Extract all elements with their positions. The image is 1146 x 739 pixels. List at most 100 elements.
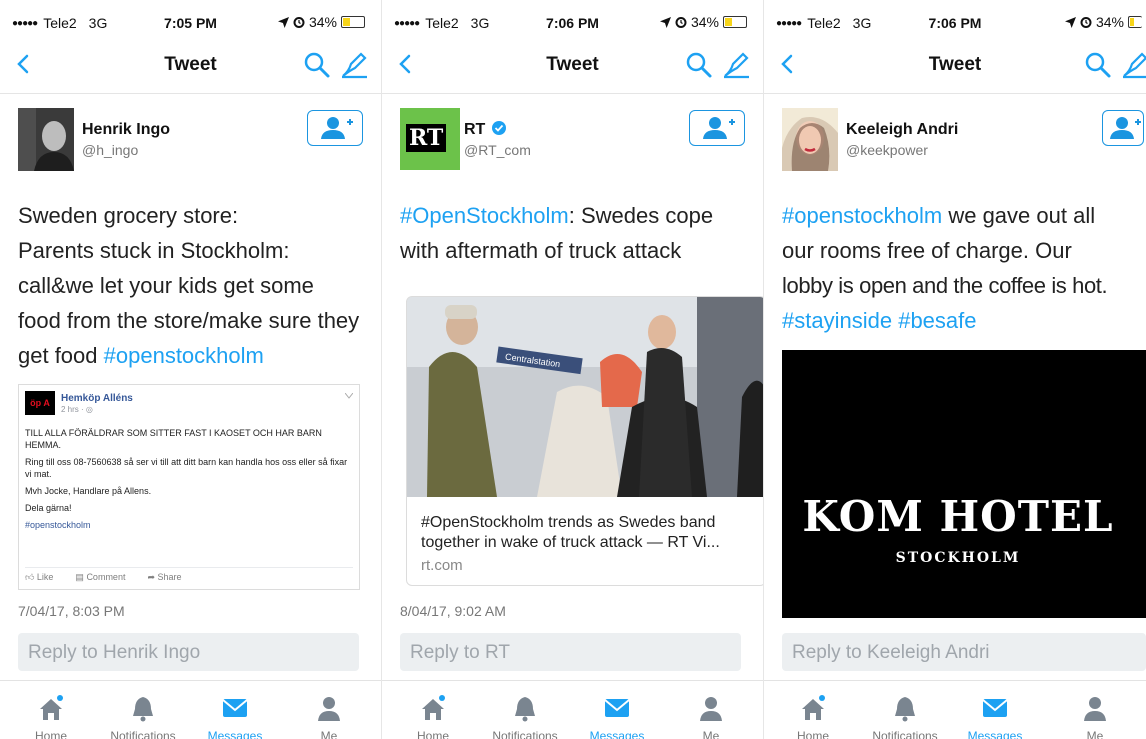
avatar[interactable]	[18, 108, 74, 171]
image-title: KOM HOTEL	[802, 492, 1114, 541]
bell-icon	[133, 697, 153, 722]
tab-messages[interactable]: Messages	[190, 693, 280, 739]
compose-icon[interactable]	[1120, 49, 1146, 79]
follow-button[interactable]	[307, 110, 363, 146]
tweet-line: call&we let your kids get some	[18, 273, 314, 298]
tweet-screen-rt: ●●●●● Tele2 3G 7:06 PM 34% Tweet RT RT @…	[382, 0, 764, 739]
status-bar: ●●●●● Tele2 3G 7:06 PM 34%	[382, 0, 763, 38]
tweet-line: #OpenStockholm: Swedes cope	[400, 198, 753, 233]
hashtag-link[interactable]: #besafe	[898, 308, 976, 333]
status-bar: ●●●●● Tele2 3G 7:05 PM 34%	[0, 0, 381, 38]
bell-icon	[895, 697, 915, 722]
tab-label: Messages	[967, 729, 1023, 739]
home-icon	[422, 695, 445, 720]
fb-page-name: Hemköp Alléns	[61, 393, 133, 404]
alarm-icon	[675, 17, 687, 28]
search-icon[interactable]	[303, 51, 331, 79]
hashtag-link[interactable]: #OpenStockholm	[400, 203, 569, 228]
tab-label: Me	[1086, 729, 1104, 739]
link-domain: rt.com	[421, 557, 463, 574]
tab-bar: Home Notifications Messages Me	[764, 680, 1146, 739]
tab-notifications[interactable]: Notifications	[98, 693, 188, 739]
follow-button[interactable]	[1102, 110, 1144, 146]
tweet-author: Henrik Ingo @h_ingo	[18, 108, 363, 174]
location-icon	[1064, 16, 1076, 28]
hashtag-link[interactable]: #openstockholm	[104, 343, 264, 368]
battery-percent: 34%	[1095, 14, 1124, 30]
follow-button[interactable]	[689, 110, 745, 146]
hashtag-link[interactable]: #stayinside	[782, 308, 892, 333]
add-user-icon	[1110, 117, 1141, 139]
author-handle[interactable]: @RT_com	[464, 142, 531, 158]
search-icon[interactable]	[685, 51, 713, 79]
tweet-line: with aftermath of truck attack	[400, 238, 682, 263]
tweet-date: 8/04/17, 9:02 AM	[400, 603, 506, 619]
compose-icon[interactable]	[339, 49, 369, 79]
reply-input[interactable]: Reply to Henrik Ingo	[18, 633, 359, 671]
fb-post-header: öp A Hemköp Alléns 2 hrs · ◎	[25, 391, 325, 415]
tab-label: Messages	[589, 729, 645, 739]
fb-paragraph: Dela gärna!	[25, 503, 72, 513]
tab-me[interactable]: Me	[666, 693, 756, 739]
fb-post-body: TILL ALLA FÖRÄLDRAR SOM SITTER FAST I KA…	[25, 427, 353, 536]
fb-menu-chevron-icon	[345, 393, 353, 399]
tab-messages[interactable]: Messages	[572, 693, 662, 739]
tweet-line: #openstockholm we gave out all	[782, 198, 1146, 233]
link-preview-card[interactable]: Centralstation #OpenStockholm trends as …	[406, 296, 763, 586]
author-name[interactable]: RT	[464, 121, 506, 139]
fb-like: 👍︎ Like	[25, 572, 54, 582]
battery-fill	[725, 18, 733, 26]
fb-post-time: 2 hrs · ◎	[61, 405, 93, 414]
reply-input[interactable]: Reply to RT	[400, 633, 741, 671]
tweet-line: lobby is open and the coffee is hot.	[782, 273, 1108, 298]
tweet-image[interactable]: KOM HOTEL STOCKHOLM	[782, 350, 1146, 618]
tweet-text-span: we gave out all	[942, 203, 1096, 228]
tab-notifications[interactable]: Notifications	[480, 693, 570, 739]
tweet-text: Sweden grocery store: Parents stuck in S…	[18, 198, 371, 373]
tab-home[interactable]: Home	[6, 693, 96, 739]
fb-paragraph: Ring till oss 08-7560638 så ser vi till …	[25, 457, 348, 479]
tab-label: Me	[320, 729, 338, 739]
search-icon[interactable]	[1084, 51, 1112, 79]
author-handle[interactable]: @h_ingo	[82, 142, 138, 158]
envelope-icon	[222, 699, 248, 717]
tab-label: Messages	[207, 729, 263, 739]
alarm-icon	[1080, 17, 1092, 28]
author-name[interactable]: Henrik Ingo	[82, 121, 170, 139]
tab-label: Home	[416, 729, 449, 739]
tab-label: Home	[796, 729, 829, 739]
tab-me[interactable]: Me	[1050, 693, 1140, 739]
tab-home[interactable]: Home	[768, 693, 858, 739]
status-bar: ●●●●● Tele2 3G 7:06 PM 34%	[764, 0, 1146, 38]
embedded-facebook-post[interactable]: öp A Hemköp Alléns 2 hrs · ◎ TILL ALLA F…	[18, 384, 360, 590]
tweet-text: #openstockholm we gave out all our rooms…	[782, 198, 1146, 338]
reply-input[interactable]: Reply to Keeleigh Andri	[782, 633, 1146, 671]
battery-fill	[1130, 18, 1135, 26]
home-icon	[802, 695, 825, 720]
alarm-icon	[293, 17, 305, 28]
hashtag-link[interactable]: #openstockholm	[782, 203, 942, 228]
tab-notifications[interactable]: Notifications	[860, 693, 950, 739]
tab-bar: Home Notifications Messages Me	[0, 680, 381, 739]
tweet-line: Sweden grocery store:	[18, 203, 239, 228]
avatar[interactable]	[782, 108, 838, 171]
image-subtitle: STOCKHOLM	[895, 550, 1021, 566]
tweet-line: Parents stuck in Stockholm:	[18, 238, 290, 263]
tab-me[interactable]: Me	[284, 693, 374, 739]
author-handle[interactable]: @keekpower	[846, 142, 928, 158]
location-icon	[277, 16, 289, 28]
battery-icon	[1128, 16, 1142, 28]
battery-percent: 34%	[690, 14, 719, 30]
tab-home[interactable]: Home	[388, 693, 478, 739]
compose-icon[interactable]	[721, 49, 751, 79]
author-name[interactable]: Keeleigh Andri	[846, 121, 958, 139]
page-logo: öp A	[25, 391, 55, 415]
fb-like-label: Like	[36, 572, 54, 582]
person-icon	[1084, 697, 1106, 721]
add-user-icon	[703, 117, 735, 139]
tweet-line: food from the store/make sure they	[18, 308, 360, 333]
tab-messages[interactable]: Messages	[950, 693, 1040, 739]
tweet-line: get food #openstockholm	[18, 338, 371, 373]
avatar[interactable]: RT	[400, 108, 460, 170]
nav-bar: Tweet	[0, 38, 381, 94]
